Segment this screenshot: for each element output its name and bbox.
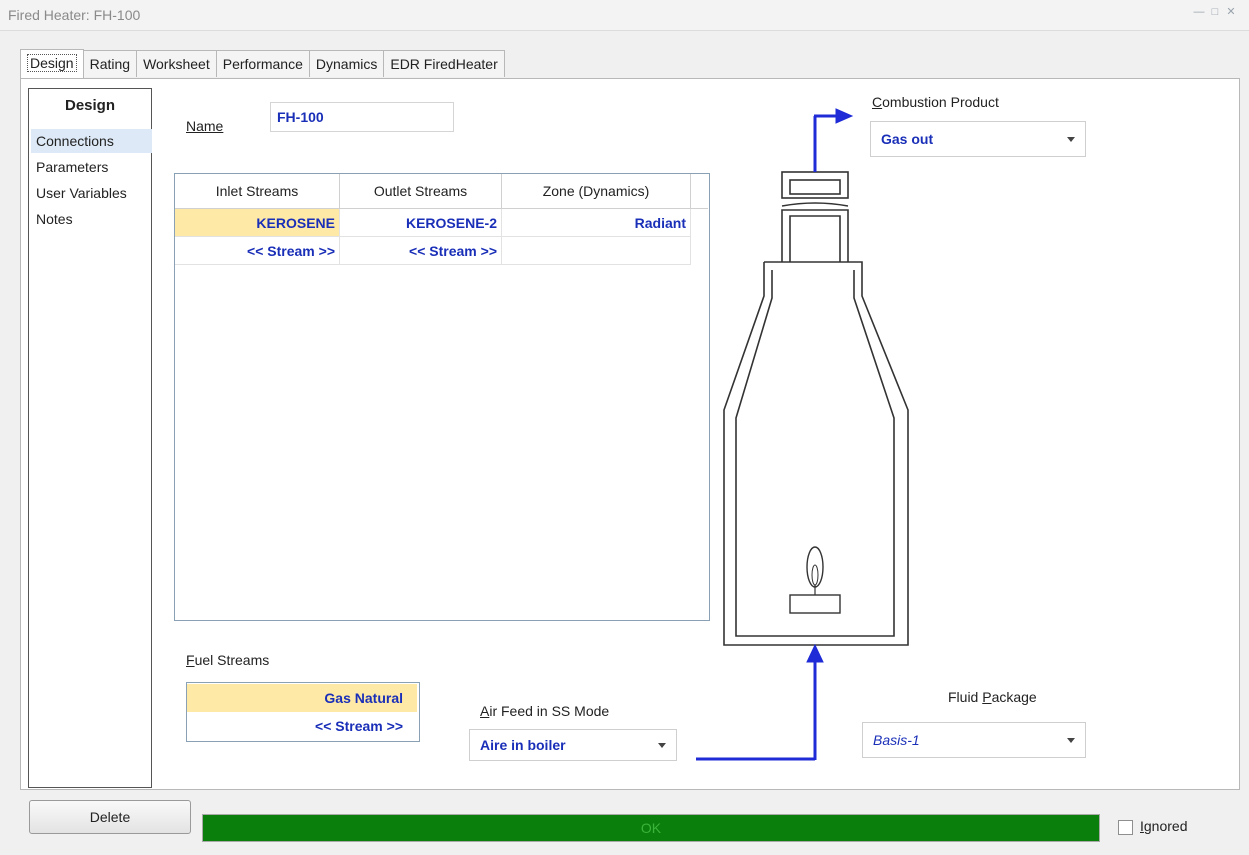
close-icon[interactable]: ✕	[1225, 7, 1237, 18]
fluid-package-label: Fluid Package	[948, 689, 1037, 705]
sidebar-item-user-variables[interactable]: User Variables	[31, 181, 152, 205]
table-cell-zone-new[interactable]	[502, 237, 691, 265]
sidebar-title: Design	[64, 97, 115, 114]
table-header-inlet[interactable]: Inlet Streams	[175, 174, 340, 209]
delete-button[interactable]: Delete	[29, 800, 191, 834]
fuel-streams-label-text: uel Streams	[194, 652, 270, 668]
fired-heater-diagram	[696, 108, 909, 761]
design-sidebar: Design Connections Parameters User Varia…	[28, 88, 152, 788]
fluid-package-label-text: Fluid	[948, 689, 983, 705]
air-feed-label-text: ir Feed in SS Mode	[489, 703, 610, 719]
tab-worksheet[interactable]: Worksheet	[136, 50, 217, 77]
sidebar-item-notes[interactable]: Notes	[31, 207, 152, 231]
fuel-stream-new-item[interactable]: << Stream >>	[187, 712, 417, 740]
fluid-package-label-rest: ackage	[991, 689, 1037, 705]
tab-rating[interactable]: Rating	[82, 50, 138, 77]
ignored-label-text: gnored	[1143, 818, 1188, 834]
restore-icon[interactable]: □	[1209, 7, 1221, 18]
chevron-down-icon	[658, 743, 666, 748]
fuel-stream-item[interactable]: Gas Natural	[187, 684, 417, 712]
combustion-product-arrow	[813, 108, 854, 172]
fuel-streams-list: Gas Natural << Stream >>	[186, 682, 420, 742]
burner-icon	[789, 594, 841, 614]
window-title-bar: Fired Heater: FH-100 — □ ✕	[0, 0, 1249, 31]
sidebar-item-connections[interactable]: Connections	[31, 129, 152, 153]
streams-table: Inlet Streams Outlet Streams Zone (Dynam…	[174, 173, 710, 621]
air-feed-value: Aire in boiler	[480, 737, 566, 753]
flame-icon	[806, 546, 824, 588]
sidebar-item-parameters[interactable]: Parameters	[31, 155, 152, 179]
air-feed-select[interactable]: Aire in boiler	[469, 729, 677, 761]
status-bar: OK	[202, 814, 1100, 842]
table-cell-inlet-new[interactable]: << Stream >>	[175, 237, 340, 265]
heater-body-outline	[723, 171, 909, 646]
tab-dynamics[interactable]: Dynamics	[308, 50, 385, 77]
tab-bar: Design Rating Worksheet Performance Dyna…	[20, 49, 505, 78]
air-feed-label: Air Feed in SS Mode	[480, 703, 610, 719]
minimize-icon[interactable]: —	[1193, 7, 1205, 18]
table-cell-outlet-new[interactable]: << Stream >>	[340, 237, 502, 265]
fuel-streams-label: Fuel Streams	[186, 652, 270, 668]
air-feed-arrow	[696, 643, 824, 761]
ignored-label[interactable]: Ignored	[1140, 818, 1187, 834]
name-input[interactable]: FH-100	[270, 102, 454, 132]
chevron-down-icon	[1067, 137, 1075, 142]
table-header-outlet[interactable]: Outlet Streams	[340, 174, 502, 209]
table-cell-inlet[interactable]: KEROSENE	[175, 209, 340, 237]
ignored-checkbox[interactable]	[1118, 820, 1133, 835]
name-label: Name	[186, 118, 224, 134]
tab-edr-firedheater[interactable]: EDR FiredHeater	[383, 50, 505, 77]
chevron-down-icon	[1067, 738, 1075, 743]
tab-design[interactable]: Design	[20, 49, 84, 78]
table-cell-zone[interactable]: Radiant	[502, 209, 691, 237]
tab-design-label: Design	[27, 54, 77, 72]
table-header-zone[interactable]: Zone (Dynamics)	[502, 174, 691, 209]
window-title: Fired Heater: FH-100	[8, 7, 141, 23]
tab-performance[interactable]: Performance	[215, 50, 310, 77]
table-cell-outlet[interactable]: KEROSENE-2	[340, 209, 502, 237]
